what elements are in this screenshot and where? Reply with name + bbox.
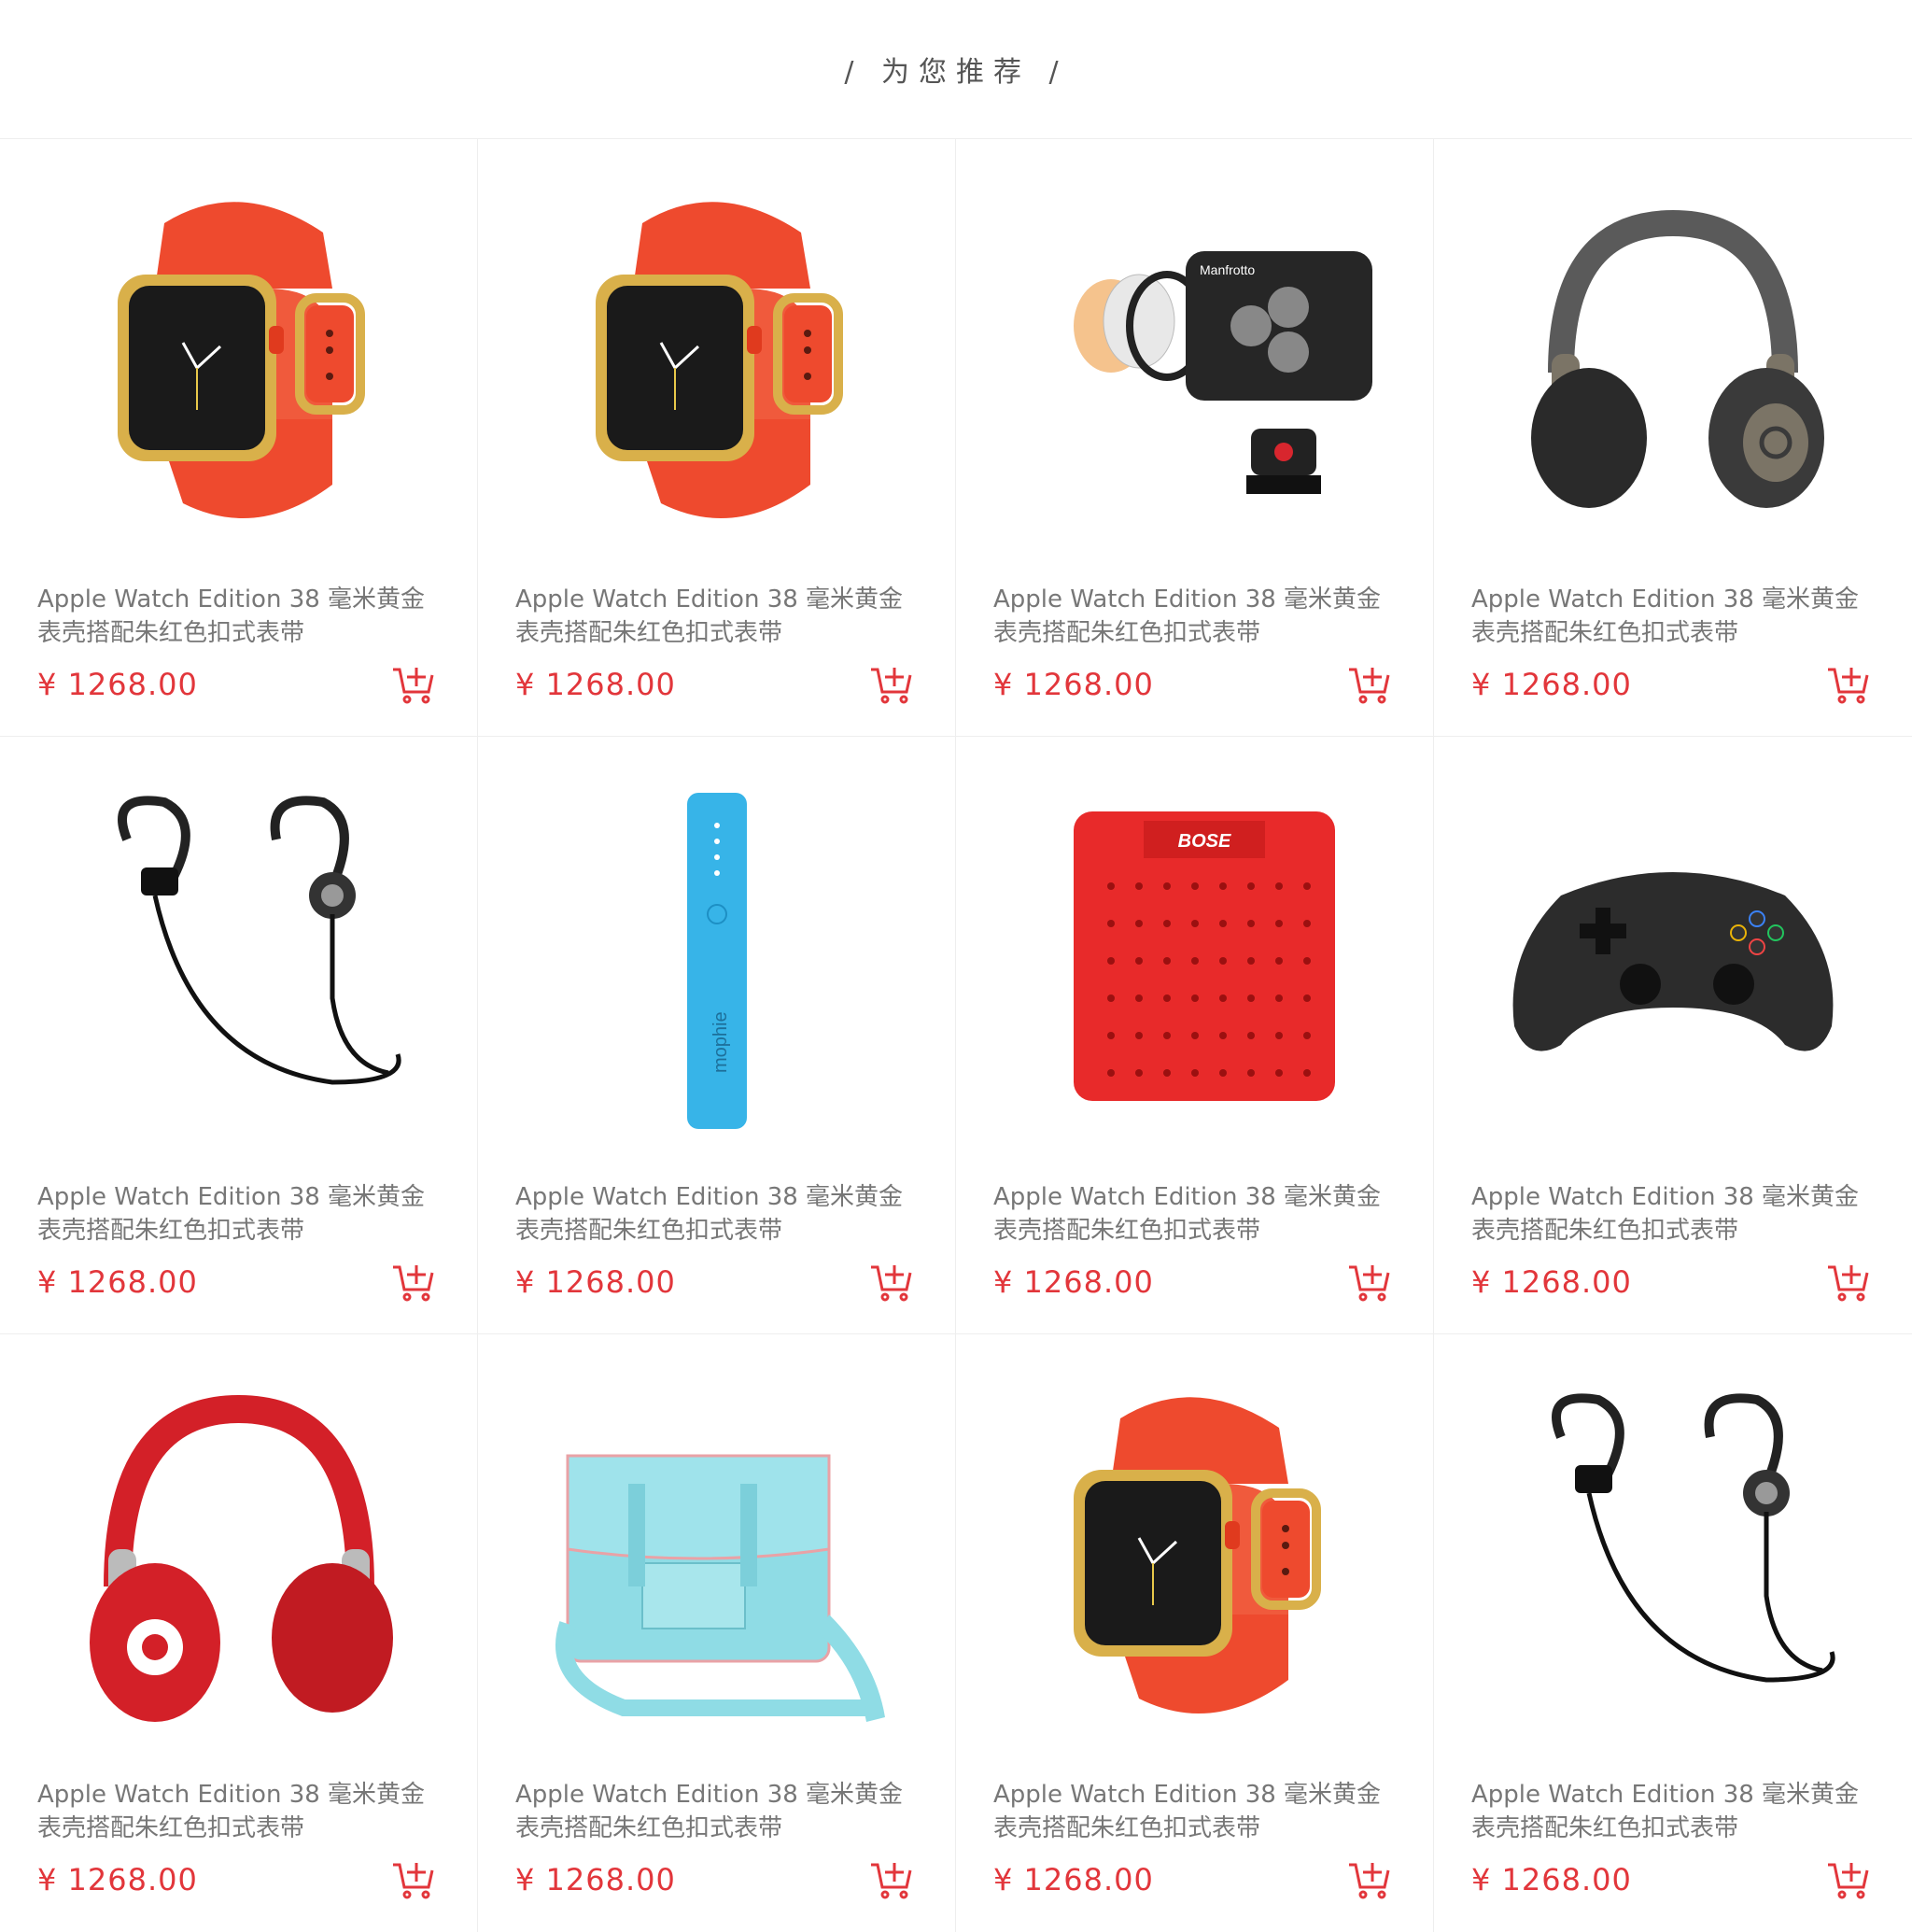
add-to-cart-icon[interactable] (391, 662, 434, 705)
product-image[interactable] (1462, 1381, 1884, 1736)
product-card[interactable]: BOSE Apple Watch Edition 38 毫米黄金表壳搭配朱红色扣… (956, 737, 1434, 1334)
product-card[interactable]: Apple Watch Edition 38 毫米黄金表壳搭配朱红色扣式表带 ¥… (1434, 1334, 1912, 1932)
product-price: ¥ 1268.00 (37, 1264, 198, 1300)
product-price: ¥ 1268.00 (515, 667, 676, 702)
product-card[interactable]: Manfrotto Apple Watch Edition 38 毫米黄金表壳搭… (956, 139, 1434, 737)
add-to-cart-icon[interactable] (1826, 1260, 1869, 1303)
product-image[interactable] (28, 1381, 450, 1736)
product-card[interactable]: Apple Watch Edition 38 毫米黄金表壳搭配朱红色扣式表带 ¥… (1434, 737, 1912, 1334)
product-name[interactable]: Apple Watch Edition 38 毫米黄金表壳搭配朱红色扣式表带 (515, 583, 926, 650)
product-image[interactable]: Manfrotto (984, 186, 1406, 541)
product-price: ¥ 1268.00 (37, 1862, 198, 1897)
product-card[interactable]: Apple Watch Edition 38 毫米黄金表壳搭配朱红色扣式表带 ¥… (956, 1334, 1434, 1932)
product-card[interactable]: mophie Apple Watch Edition 38 毫米黄金表壳搭配朱红… (478, 737, 956, 1334)
add-to-cart-icon[interactable] (1826, 662, 1869, 705)
product-price: ¥ 1268.00 (993, 1264, 1154, 1300)
svg-text:Manfrotto: Manfrotto (1200, 262, 1255, 277)
product-name[interactable]: Apple Watch Edition 38 毫米黄金表壳搭配朱红色扣式表带 (37, 583, 448, 650)
product-name[interactable]: Apple Watch Edition 38 毫米黄金表壳搭配朱红色扣式表带 (993, 1180, 1404, 1248)
product-price: ¥ 1268.00 (993, 667, 1154, 702)
product-image[interactable] (506, 1381, 928, 1736)
product-image[interactable]: mophie (506, 783, 928, 1138)
svg-text:BOSE: BOSE (1178, 831, 1231, 852)
product-name[interactable]: Apple Watch Edition 38 毫米黄金表壳搭配朱红色扣式表带 (1471, 583, 1882, 650)
add-to-cart-icon[interactable] (391, 1857, 434, 1900)
product-card[interactable]: Apple Watch Edition 38 毫米黄金表壳搭配朱红色扣式表带 ¥… (1434, 139, 1912, 737)
add-to-cart-icon[interactable] (1347, 1857, 1390, 1900)
product-card[interactable]: Apple Watch Edition 38 毫米黄金表壳搭配朱红色扣式表带 ¥… (478, 1334, 956, 1932)
product-name[interactable]: Apple Watch Edition 38 毫米黄金表壳搭配朱红色扣式表带 (1471, 1180, 1882, 1248)
product-name[interactable]: Apple Watch Edition 38 毫米黄金表壳搭配朱红色扣式表带 (515, 1180, 926, 1248)
product-price: ¥ 1268.00 (1471, 1264, 1632, 1300)
product-image[interactable] (28, 186, 450, 541)
add-to-cart-icon[interactable] (869, 1260, 912, 1303)
product-name[interactable]: Apple Watch Edition 38 毫米黄金表壳搭配朱红色扣式表带 (515, 1778, 926, 1845)
product-image[interactable] (28, 783, 450, 1138)
product-image[interactable] (506, 186, 928, 541)
product-image[interactable]: BOSE (984, 783, 1406, 1138)
product-price: ¥ 1268.00 (1471, 1862, 1632, 1897)
product-card[interactable]: Apple Watch Edition 38 毫米黄金表壳搭配朱红色扣式表带 ¥… (0, 1334, 478, 1932)
product-price: ¥ 1268.00 (515, 1264, 676, 1300)
add-to-cart-icon[interactable] (1826, 1857, 1869, 1900)
product-price: ¥ 1268.00 (37, 667, 198, 702)
product-name[interactable]: Apple Watch Edition 38 毫米黄金表壳搭配朱红色扣式表带 (1471, 1778, 1882, 1845)
product-name[interactable]: Apple Watch Edition 38 毫米黄金表壳搭配朱红色扣式表带 (37, 1778, 448, 1845)
svg-text:mophie: mophie (710, 1011, 731, 1073)
product-image[interactable] (984, 1381, 1406, 1736)
product-price: ¥ 1268.00 (1471, 667, 1632, 702)
product-name[interactable]: Apple Watch Edition 38 毫米黄金表壳搭配朱红色扣式表带 (993, 1778, 1404, 1845)
product-card[interactable]: Apple Watch Edition 38 毫米黄金表壳搭配朱红色扣式表带 ¥… (0, 139, 478, 737)
section-title: / 为您推荐 / (844, 56, 1068, 89)
add-to-cart-icon[interactable] (869, 662, 912, 705)
product-price: ¥ 1268.00 (515, 1862, 676, 1897)
product-price: ¥ 1268.00 (993, 1862, 1154, 1897)
section-header: / 为您推荐 / (0, 0, 1912, 139)
product-image[interactable] (1462, 186, 1884, 541)
add-to-cart-icon[interactable] (391, 1260, 434, 1303)
product-grid: Apple Watch Edition 38 毫米黄金表壳搭配朱红色扣式表带 ¥… (0, 139, 1912, 1932)
product-name[interactable]: Apple Watch Edition 38 毫米黄金表壳搭配朱红色扣式表带 (37, 1180, 448, 1248)
add-to-cart-icon[interactable] (869, 1857, 912, 1900)
product-card[interactable]: Apple Watch Edition 38 毫米黄金表壳搭配朱红色扣式表带 ¥… (0, 737, 478, 1334)
add-to-cart-icon[interactable] (1347, 1260, 1390, 1303)
product-card[interactable]: Apple Watch Edition 38 毫米黄金表壳搭配朱红色扣式表带 ¥… (478, 139, 956, 737)
product-name[interactable]: Apple Watch Edition 38 毫米黄金表壳搭配朱红色扣式表带 (993, 583, 1404, 650)
add-to-cart-icon[interactable] (1347, 662, 1390, 705)
product-image[interactable] (1462, 783, 1884, 1138)
